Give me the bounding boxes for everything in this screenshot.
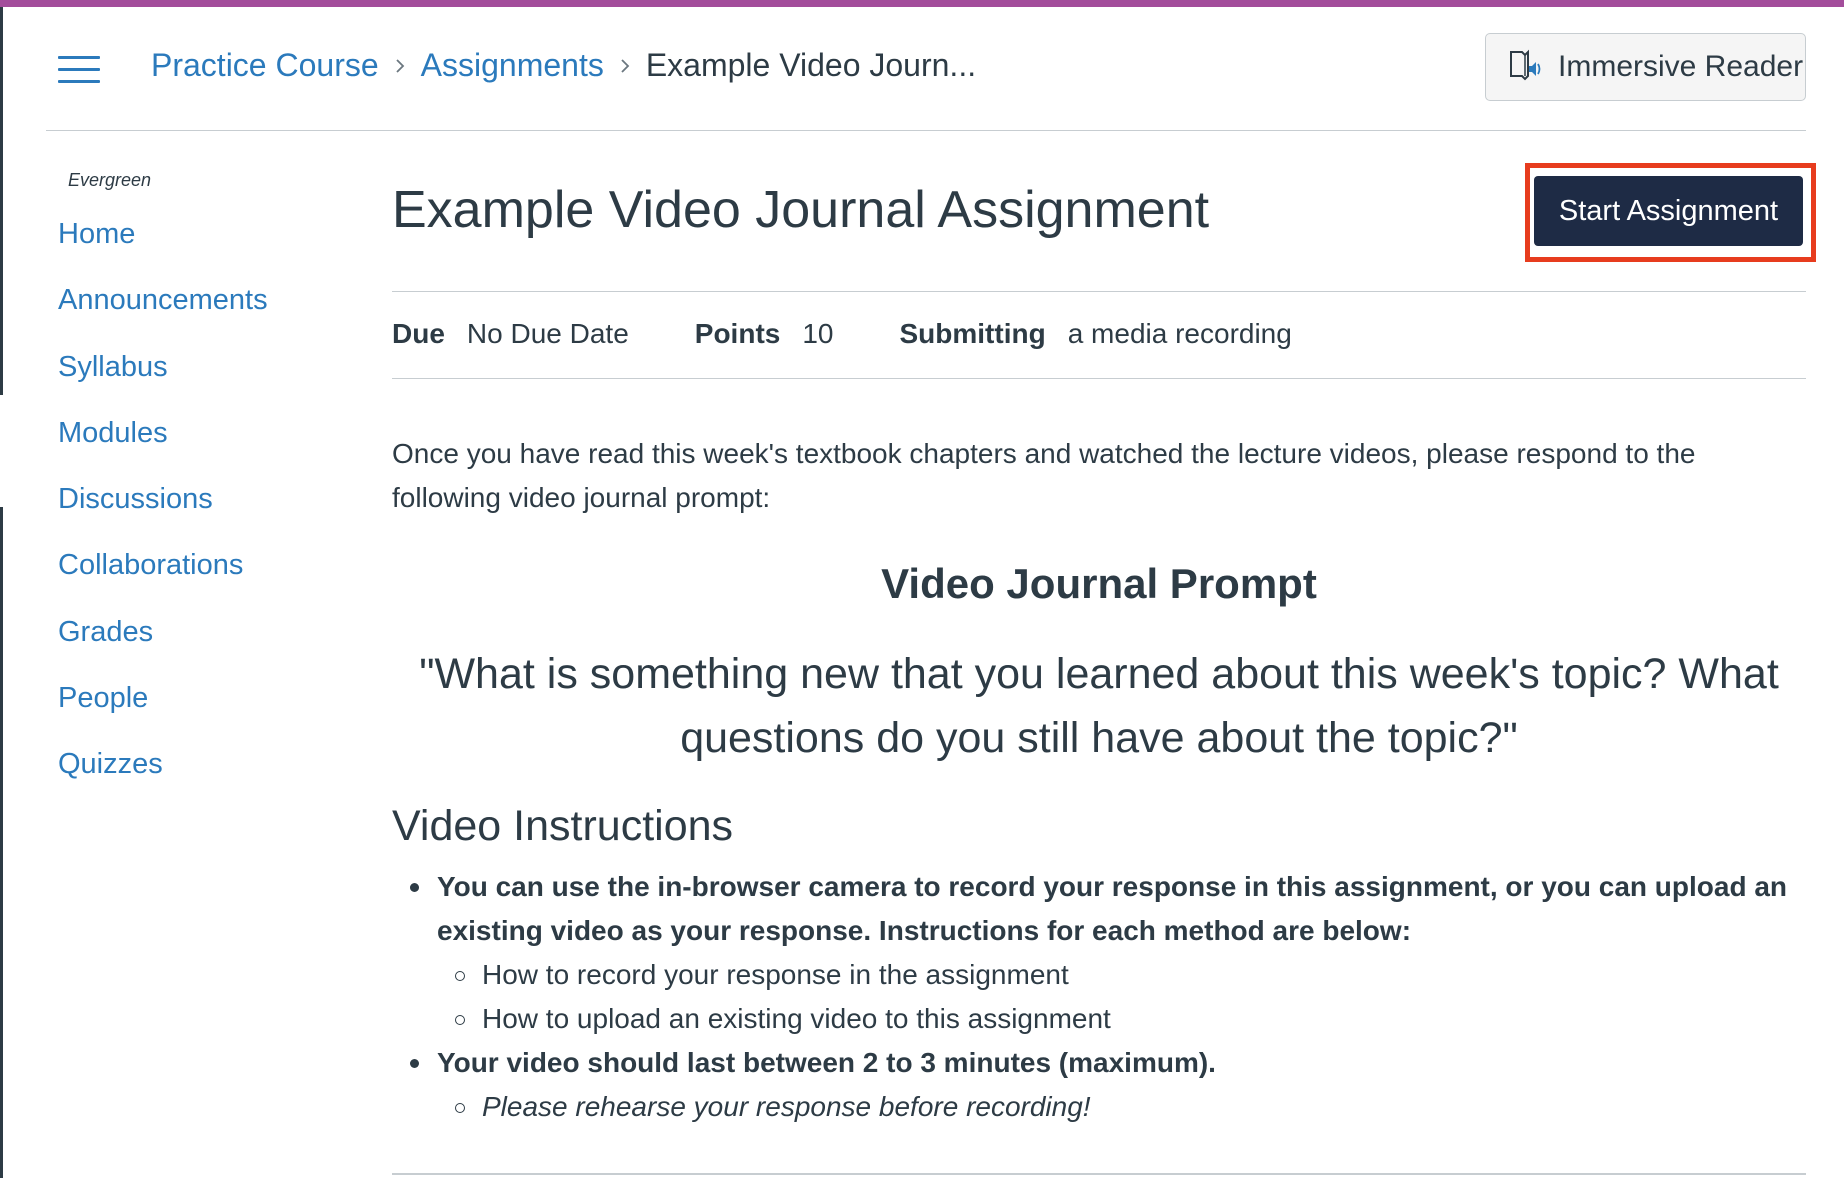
sidebar-item-collaborations[interactable]: Collaborations: [58, 549, 243, 581]
list-item: How to upload an existing video to this …: [392, 997, 1806, 1041]
prompt-heading: Video Journal Prompt: [881, 560, 1317, 607]
sidebar-item-home[interactable]: Home: [58, 218, 135, 250]
top-accent-bar: [0, 0, 1844, 7]
instructions-list: You can use the in-browser camera to rec…: [392, 865, 1806, 1129]
points-value: 10: [802, 318, 834, 349]
sidebar-item-modules[interactable]: Modules: [58, 417, 168, 449]
bullet-icon: [410, 883, 419, 892]
list-item: How to record your response in the assig…: [392, 953, 1806, 997]
chevron-right-icon: [604, 58, 646, 74]
due-label: Due: [392, 318, 445, 349]
left-edge-bar: [0, 507, 3, 1178]
list-item: You can use the in-browser camera to rec…: [392, 865, 1806, 953]
divider: [392, 1173, 1806, 1175]
page-title: Example Video Journal Assignment: [392, 181, 1210, 239]
points-label: Points: [694, 318, 781, 349]
breadcrumb-assignments[interactable]: Assignments: [421, 47, 604, 84]
submitting-label: Submitting: [899, 318, 1046, 349]
circle-bullet-icon: [455, 971, 465, 981]
book-speaker-icon: [1508, 48, 1544, 87]
intro-text: Once you have read this week's textbook …: [392, 438, 1696, 513]
instructions-heading: Video Instructions: [392, 802, 734, 850]
chevron-right-icon: [379, 58, 421, 74]
immersive-reader-button[interactable]: Immersive Reader: [1485, 33, 1806, 101]
left-edge-bar: [0, 7, 3, 395]
prompt-quote: "What is something new that you learned …: [419, 650, 1779, 762]
sidebar-item-people[interactable]: People: [58, 682, 148, 714]
circle-bullet-icon: [455, 1015, 465, 1025]
hamburger-icon[interactable]: [56, 51, 102, 87]
upload-instructions-text: How to upload an existing video to this …: [482, 1003, 1111, 1034]
start-assignment-button[interactable]: Start Assignment: [1534, 176, 1803, 246]
sidebar-item-syllabus[interactable]: Syllabus: [58, 351, 168, 383]
breadcrumb: Practice Course Assignments Example Vide…: [151, 47, 976, 84]
divider: [392, 378, 1806, 379]
sidebar-item-discussions[interactable]: Discussions: [58, 483, 213, 515]
breadcrumb-current: Example Video Journ...: [645, 47, 977, 83]
record-instructions-text: How to record your response in the assig…: [482, 959, 1069, 990]
course-term: Evergreen: [68, 170, 152, 190]
page-header: Practice Course Assignments Example Vide…: [46, 7, 1806, 131]
sidebar-item-grades[interactable]: Grades: [58, 616, 153, 648]
circle-bullet-icon: [455, 1103, 465, 1113]
submitting-value: a media recording: [1067, 318, 1292, 349]
sidebar-item-quizzes[interactable]: Quizzes: [58, 748, 163, 780]
sidebar-item-announcements[interactable]: Announcements: [58, 284, 268, 316]
due-value: No Due Date: [466, 318, 629, 349]
breadcrumb-course[interactable]: Practice Course: [151, 47, 379, 84]
course-nav: Evergreen Home Announcements Syllabus Mo…: [58, 170, 358, 815]
bullet-icon: [410, 1059, 419, 1068]
list-item: Please rehearse your response before rec…: [392, 1085, 1806, 1129]
divider: [392, 291, 1806, 292]
immersive-reader-label: Immersive Reader: [1558, 50, 1804, 83]
rehearse-note: Please rehearse your response before rec…: [482, 1091, 1091, 1122]
list-item: Your video should last between 2 to 3 mi…: [392, 1041, 1806, 1085]
assignment-details: Due No Due Date Points 10 Submitting a m…: [392, 318, 1292, 350]
